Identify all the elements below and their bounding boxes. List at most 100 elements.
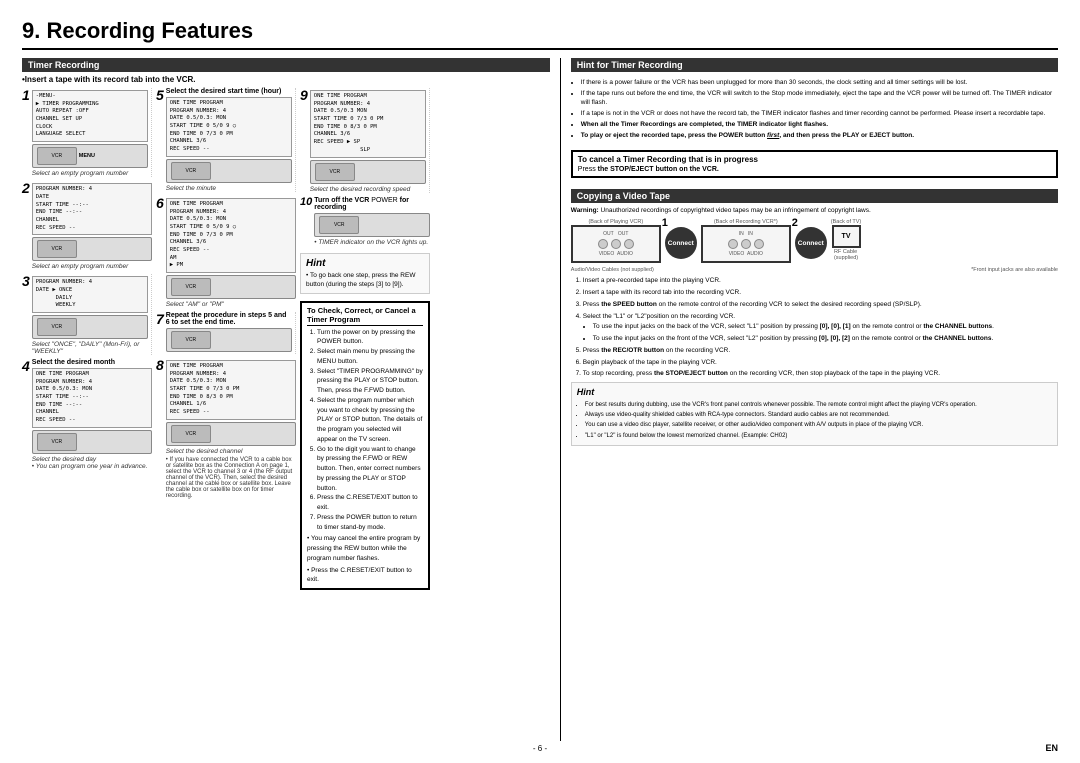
step-5: 5 Select the desired start time (hour) O… <box>156 88 296 192</box>
step-3-caption: Select "ONCE", "DAILY" (Mon-Fri), or "WE… <box>32 341 148 355</box>
recording-vcr-diagram: (Back of Recording VCR*) IN IN VIDEO AUD… <box>701 219 791 263</box>
copy-step-4a: To use the input jacks on the back of th… <box>593 322 1058 332</box>
step-8-device: VCR <box>166 422 296 446</box>
check-correct-note2: • Press the C.RESET/EXIT button to exit. <box>307 566 423 586</box>
step-5-caption: Select the minute <box>166 185 292 192</box>
copy-step-5: Press the REC/OTR button on the recordin… <box>583 346 1058 356</box>
step-3-number: 3 <box>22 274 30 288</box>
page-number: - 6 - <box>533 744 547 753</box>
copy-step-7: To stop recording, press the STOP/EJECT … <box>583 369 1058 379</box>
copying-warning: Warning: Unauthorized recordings of copy… <box>571 206 1058 216</box>
step-2-screen: PROGRAM NUMBER: 4 DATE START TIME --:-- … <box>32 183 152 235</box>
step-7-number: 7 <box>156 312 164 326</box>
bottom-hint-2: Always use video-quality shielded cables… <box>585 411 1052 419</box>
hint-bullet-3: If a tape is not in the VCR or does not … <box>581 109 1058 118</box>
bottom-hint-title: Hint <box>577 386 1052 399</box>
step-9-screen: ONE TIME PROGRAM PROGRAM NUMBER: 4 DATE … <box>310 90 426 158</box>
check-correct-content: Turn the power on by pressing the POWER … <box>307 328 423 586</box>
bottom-hint-1: For best results during dubbing, use the… <box>585 401 1052 409</box>
left-column: Timer Recording •Insert a tape with its … <box>22 58 550 741</box>
step-8-desc: • If you have connected the VCR to a cab… <box>166 457 296 499</box>
step-5-screen: ONE TIME PROGRAM PROGRAM NUMBER: 4 DATE … <box>166 97 292 157</box>
insert-tape-instruction: •Insert a tape with its record tab into … <box>22 75 550 84</box>
copy-step-3: Press the SPEED button on the remote con… <box>583 300 1058 310</box>
step-1-device: VCR MENU <box>32 144 148 168</box>
copying-section: Copying a Video Tape Warning: Unauthoriz… <box>571 185 1058 447</box>
step-2: 2 PROGRAM NUMBER: 4 DATE START TIME --:-… <box>22 181 152 270</box>
step-1-screen: -MENU- ▶ TIMER PROGRAMMING AUTO REPEAT :… <box>32 90 148 142</box>
step-4: 4 Select the desired month ONE TIME PROG… <box>22 359 152 470</box>
step-6: 6 ONE TIME PROGRAM PROGRAM NUMBER: 4 DAT… <box>156 196 296 308</box>
timer-recording-section: Timer Recording •Insert a tape with its … <box>22 58 550 593</box>
bottom-hint-3: You can use a video disc player, satelli… <box>585 421 1052 429</box>
hint-box: Hint • To go back one step, press the RE… <box>300 253 430 294</box>
check-correct-note: • You may cancel the entire program by p… <box>307 534 423 563</box>
page: 9. Recording Features Timer Recording •I… <box>0 0 1080 763</box>
step-4-title: Select the desired month <box>32 359 115 366</box>
copying-header: Copying a Video Tape <box>571 189 1058 203</box>
connect-1: 1 Connect <box>665 227 697 259</box>
step-2-device: VCR <box>32 237 152 261</box>
step-4-screen: ONE TIME PROGRAM PROGRAM NUMBER: 4 DATE … <box>32 368 152 428</box>
step-2-caption: Select an empty program number <box>32 263 152 270</box>
connect-2: 2 Connect <box>795 227 827 259</box>
right-column: Hint for Timer Recording If there is a p… <box>571 58 1058 741</box>
step-10-number: 10 <box>300 197 312 208</box>
step-5-number: 5 <box>156 88 164 102</box>
copy-step-4: Select the "L1" or "L2"position on the r… <box>583 312 1058 344</box>
cancel-timer-box: To cancel a Timer Recording that is in p… <box>571 150 1058 178</box>
hint-for-timer-section: Hint for Timer Recording If there is a p… <box>571 58 1058 143</box>
step-4-number: 4 <box>22 359 30 373</box>
hint-box-title: Hint <box>306 258 424 269</box>
front-jack-note: *Front input jacks are also available <box>971 267 1058 273</box>
bottom-hint-bullets: For best results during dubbing, use the… <box>577 401 1052 441</box>
copying-steps: Insert a pre-recorded tape into the play… <box>571 276 1058 379</box>
hint-box-content: • To go back one step, press the REW but… <box>306 271 424 289</box>
hint-bullet-2: If the tape runs out before the end time… <box>581 89 1058 107</box>
step-10: 10 Turn off the VCR POWER for recording … <box>300 197 430 246</box>
step-5-title: Select the desired start time (hour) <box>166 88 282 95</box>
step-1-number: 1 <box>22 88 30 102</box>
step-8-caption: Select the desired channel <box>166 448 296 455</box>
cancel-timer-text: Press the STOP/EJECT button on the VCR. <box>578 166 1051 173</box>
step-4-device: VCR <box>32 430 152 454</box>
hint-bullet-5: To play or eject the recorded tape, pres… <box>581 131 1058 140</box>
step-8-number: 8 <box>156 358 164 372</box>
bottom-hint: Hint For best results during dubbing, us… <box>571 382 1058 446</box>
cancel-timer-title: To cancel a Timer Recording that is in p… <box>578 155 1051 164</box>
en-label: EN <box>1045 743 1058 753</box>
check-correct-title: To Check, Correct, or Cancel a Timer Pro… <box>307 306 423 326</box>
column-divider <box>560 58 561 741</box>
tv-diagram: (Back of TV) TV RF Cable(supplied) <box>831 219 861 261</box>
copy-step-4b: To use the input jacks on the front of t… <box>593 334 1058 344</box>
step-10-caption: • TIMER indicator on the VCR lights up. <box>314 239 430 246</box>
step-6-device: VCR <box>166 275 296 299</box>
hint-bullet-4: When all the Timer Recordings are comple… <box>581 120 1058 129</box>
copy-step-1: Insert a pre-recorded tape into the play… <box>583 276 1058 286</box>
copy-step-2: Insert a tape with its record tab into t… <box>583 288 1058 298</box>
step-10-device: VCR <box>314 213 430 237</box>
check-correct-box: To Check, Correct, or Cancel a Timer Pro… <box>300 301 430 591</box>
step-9-number: 9 <box>300 88 308 102</box>
step-6-caption: Select "AM" or "PM" <box>166 301 296 308</box>
copying-content: Warning: Unauthorized recordings of copy… <box>571 206 1058 216</box>
step-7: 7 Repeat the procedure in steps 5 and 6 … <box>156 312 296 354</box>
step-6-number: 6 <box>156 196 164 210</box>
step-9: 9 ONE TIME PROGRAM PROGRAM NUMBER: 4 DAT… <box>300 88 430 193</box>
timer-recording-header: Timer Recording <box>22 58 550 72</box>
step-7-device: VCR <box>166 328 292 352</box>
step-9-device: VCR <box>310 160 426 184</box>
step-6-screen: ONE TIME PROGRAM PROGRAM NUMBER: 4 DATE … <box>166 198 296 273</box>
step-1-caption: Select an empty program number <box>32 170 148 177</box>
hint-for-timer-bullets: If there is a power failure or the VCR h… <box>571 78 1058 143</box>
step-3: 3 PROGRAM NUMBER: 4 DATE ▶ ONCE DAILY WE… <box>22 274 152 355</box>
copy-step-6: Begin playback of the tape in the playin… <box>583 358 1058 368</box>
step-9-caption: Select the desired recording speed <box>310 186 426 193</box>
step-3-screen: PROGRAM NUMBER: 4 DATE ▶ ONCE DAILY WEEK… <box>32 276 148 313</box>
step-2-number: 2 <box>22 181 30 195</box>
step-10-title: Turn off the VCR POWER for recording <box>314 197 409 211</box>
step-8: 8 ONE TIME PROGRAM PROGRAM NUMBER: 4 DAT… <box>156 358 296 499</box>
bottom-hint-4: "L1" or "L2" is found below the lowest m… <box>585 432 1052 440</box>
playing-vcr-diagram: (Back of Playing VCR) OUT OUT VIDEO AUDI… <box>571 219 661 263</box>
step-1: 1 -MENU- ▶ TIMER PROGRAMMING AUTO REPEAT… <box>22 88 152 177</box>
